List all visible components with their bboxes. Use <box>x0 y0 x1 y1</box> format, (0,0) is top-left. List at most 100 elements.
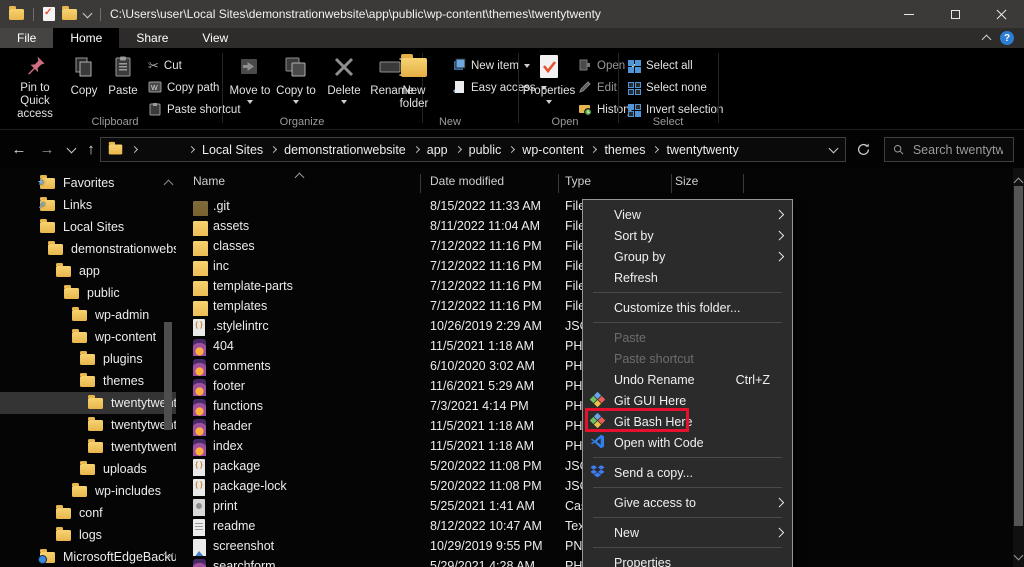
help-icon[interactable]: ? <box>1000 31 1014 45</box>
copy-icon <box>72 51 96 83</box>
column-divider[interactable] <box>558 174 559 193</box>
column-divider[interactable] <box>420 174 421 193</box>
file-name: footer <box>213 376 403 396</box>
breadcrumb-item-app[interactable]: app <box>419 143 456 157</box>
search-input[interactable] <box>911 142 1005 158</box>
forward-icon[interactable]: → <box>36 138 58 160</box>
menu-item-undo-rename[interactable]: Undo RenameCtrl+Z <box>583 369 792 390</box>
folder-icon <box>80 376 95 387</box>
sidebar-item-twentytwenty[interactable]: twentytwenty <box>0 436 176 458</box>
copy-button[interactable]: Copy <box>64 51 104 121</box>
search-box[interactable] <box>884 137 1014 162</box>
tab-home[interactable]: Home <box>53 28 119 48</box>
sidebar-item-links[interactable]: Links <box>0 194 176 216</box>
properties-qat-icon[interactable] <box>43 7 55 21</box>
new-folder-qat-icon[interactable] <box>62 9 77 20</box>
paste-button[interactable]: Paste <box>102 51 144 121</box>
invert-selection-label: Invert selection <box>646 104 723 116</box>
column-header-date-modified[interactable]: Date modified <box>430 174 504 188</box>
sidebar-scroll-up-icon[interactable] <box>164 180 174 190</box>
sidebar-item-themes[interactable]: themes <box>0 370 176 392</box>
menu-item-paste-shortcut[interactable]: Paste shortcut <box>583 348 792 369</box>
sidebar-scroll-down-icon[interactable] <box>164 549 174 559</box>
file-name: classes <box>213 236 403 256</box>
folder-icon <box>40 222 55 233</box>
refresh-button[interactable] <box>851 137 875 162</box>
menu-item-customize-this-folder[interactable]: Customize this folder... <box>583 297 792 318</box>
tab-share[interactable]: Share <box>119 28 185 48</box>
menu-item-view[interactable]: View <box>583 204 792 225</box>
breadcrumb-bar[interactable]: Local Sites demonstrationwebsite app public… <box>100 137 846 162</box>
menu-item-give-access-to[interactable]: Give access to <box>583 492 792 513</box>
collapse-ribbon-icon[interactable] <box>982 35 992 45</box>
sidebar-item-twentytwenty[interactable]: twentytwenty <box>0 414 176 436</box>
column-divider[interactable] <box>743 174 744 193</box>
up-icon[interactable]: ↑ <box>80 138 102 160</box>
menu-item-group-by[interactable]: Group by <box>583 246 792 267</box>
select-none-button[interactable]: Select none <box>628 78 707 98</box>
tab-file[interactable]: File <box>0 28 53 48</box>
delete-button[interactable]: Delete <box>322 51 366 121</box>
tab-view[interactable]: View <box>185 28 245 48</box>
breadcrumb-item-demonstrationwebsite[interactable]: demonstrationwebsite <box>276 143 414 157</box>
edit-button[interactable]: Edit <box>578 78 617 98</box>
sidebar-scrollbar-thumb[interactable] <box>164 322 172 430</box>
column-header-name[interactable]: Name <box>193 174 225 188</box>
copy-to-button[interactable]: Copy to <box>274 51 318 121</box>
customize-qat-chevron-icon[interactable] <box>83 8 93 18</box>
menu-item-git-gui-here[interactable]: Git GUI Here <box>583 390 792 411</box>
sidebar-item-microsoftedgebackups[interactable]: MicrosoftEdgeBackups <box>0 546 176 567</box>
sidebar-scrollbar[interactable] <box>163 168 173 567</box>
select-all-button[interactable]: Select all <box>628 56 693 76</box>
breadcrumb-item-local-sites[interactable]: Local Sites <box>194 143 271 157</box>
ribbon: Pin to Quick access Copy Paste ✂ Cut W C… <box>0 48 1024 130</box>
new-folder-button[interactable]: New folder <box>388 51 440 121</box>
maximize-button[interactable] <box>932 0 978 28</box>
menu-item-git-bash-here[interactable]: Git Bash Here <box>583 411 792 432</box>
submenu-chevron-icon <box>774 252 783 261</box>
sidebar-item-favorites[interactable]: Favorites <box>0 172 176 194</box>
breadcrumb-item-twentytwenty[interactable]: twentytwenty <box>658 143 746 157</box>
properties-button[interactable]: Properties <box>524 51 574 121</box>
scrollbar-thumb[interactable] <box>1014 186 1023 526</box>
close-button[interactable] <box>978 0 1024 28</box>
menu-item-sort-by[interactable]: Sort by <box>583 225 792 246</box>
scroll-down-icon[interactable] <box>1014 551 1024 561</box>
sidebar-item-wp-includes[interactable]: wp-includes <box>0 480 176 502</box>
menu-item-send-a-copy[interactable]: Send a copy... <box>583 462 792 483</box>
sidebar-item-twentytwenty[interactable]: twentytwenty <box>0 392 176 414</box>
sidebar-item-demonstrationwebsite[interactable]: demonstrationwebsite <box>0 238 176 260</box>
menu-item-paste[interactable]: Paste <box>583 327 792 348</box>
menu-item-open-with-code[interactable]: Open with Code <box>583 432 792 453</box>
sidebar-item-public[interactable]: public <box>0 282 176 304</box>
file-list-scrollbar[interactable] <box>1013 168 1024 567</box>
move-to-button[interactable]: Move to <box>228 51 272 121</box>
menu-item-properties[interactable]: Properties <box>583 552 792 567</box>
context-menu: ViewSort byGroup byRefresh Customize this… <box>582 199 793 567</box>
sidebar-item-local-sites[interactable]: Local Sites <box>0 216 176 238</box>
back-icon[interactable]: ← <box>8 138 30 160</box>
menu-item-new[interactable]: New <box>583 522 792 543</box>
sidebar-item-plugins[interactable]: plugins <box>0 348 176 370</box>
breadcrumb-item-themes[interactable]: themes <box>596 143 653 157</box>
pin-to-quick-access-button[interactable]: Pin to Quick access <box>6 51 64 121</box>
breadcrumb-item-wp-content[interactable]: wp-content <box>514 143 591 157</box>
sidebar-item-conf[interactable]: conf <box>0 502 176 524</box>
address-dropdown-chevron-icon[interactable] <box>829 144 839 154</box>
breadcrumb-item-public[interactable]: public <box>461 143 510 157</box>
column-divider[interactable] <box>671 174 672 193</box>
cut-button[interactable]: ✂ Cut <box>148 56 182 76</box>
copy-path-button[interactable]: W Copy path <box>148 78 219 98</box>
minimize-button[interactable] <box>886 0 932 28</box>
recent-locations-chevron-icon[interactable] <box>60 138 82 160</box>
menu-item-refresh[interactable]: Refresh <box>583 267 792 288</box>
sidebar-item-app[interactable]: app <box>0 260 176 282</box>
toolbar-divider <box>100 8 101 21</box>
column-header-size[interactable]: Size <box>675 174 698 188</box>
breadcrumb-separator-icon[interactable] <box>131 146 138 153</box>
sidebar-item-wp-admin[interactable]: wp-admin <box>0 304 176 326</box>
sidebar-item-logs[interactable]: logs <box>0 524 176 546</box>
sidebar-item-uploads[interactable]: uploads <box>0 458 176 480</box>
sidebar-item-wp-content[interactable]: wp-content <box>0 326 176 348</box>
column-header-type[interactable]: Type <box>565 174 591 188</box>
